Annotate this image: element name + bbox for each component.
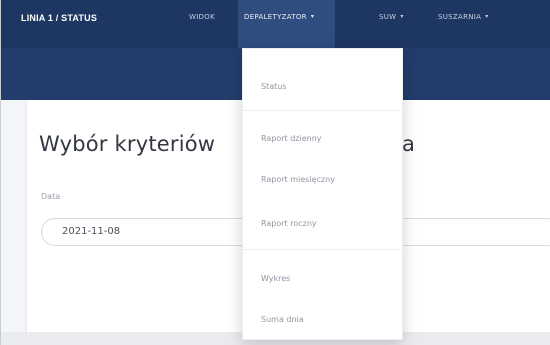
nav-item-suszarnia[interactable]: SUSZARNIA ▾ bbox=[438, 0, 489, 48]
menu-item-status[interactable]: Status bbox=[243, 82, 404, 91]
menu-item-raport-dzienny[interactable]: Raport dzienny bbox=[243, 134, 404, 143]
menu-item-raport-roczny[interactable]: Raport roczny bbox=[243, 219, 404, 228]
nav-item-label: DEPALETYZATOR bbox=[244, 13, 307, 21]
menu-item-suma-dnia[interactable]: Suma dnia bbox=[243, 315, 404, 324]
chevron-down-icon: ▾ bbox=[485, 13, 489, 20]
brand-title[interactable]: LINIA 1 / STATUS bbox=[21, 13, 97, 23]
app-window: LINIA 1 / STATUS WIDOK DEPALETYZATOR ▾ S… bbox=[0, 0, 550, 345]
nav-item-label: SUSZARNIA bbox=[438, 13, 482, 21]
menu-divider bbox=[243, 110, 404, 111]
menu-item-wykres[interactable]: Wykres bbox=[243, 274, 404, 283]
chevron-down-icon: ▾ bbox=[310, 13, 315, 20]
page-title: Wybór kryteriów bbox=[39, 132, 216, 156]
nav-item-label: SUW bbox=[379, 13, 397, 21]
nav-item-depaletyzator[interactable]: DEPALETYZATOR ▾ bbox=[238, 0, 335, 48]
nav-item-label: WIDOK bbox=[189, 13, 215, 21]
menu-divider bbox=[243, 249, 404, 250]
top-navbar: LINIA 1 / STATUS WIDOK DEPALETYZATOR ▾ S… bbox=[1, 0, 550, 48]
chevron-down-icon: ▾ bbox=[400, 13, 404, 20]
nav-item-widok[interactable]: WIDOK bbox=[189, 0, 215, 48]
depaletyzator-dropdown-menu: Status Raport dzienny Raport miesięczny … bbox=[242, 48, 404, 340]
nav-item-suw[interactable]: SUW ▾ bbox=[379, 0, 404, 48]
menu-item-raport-miesieczny[interactable]: Raport miesięczny bbox=[243, 175, 404, 184]
date-label: Data bbox=[41, 192, 61, 201]
